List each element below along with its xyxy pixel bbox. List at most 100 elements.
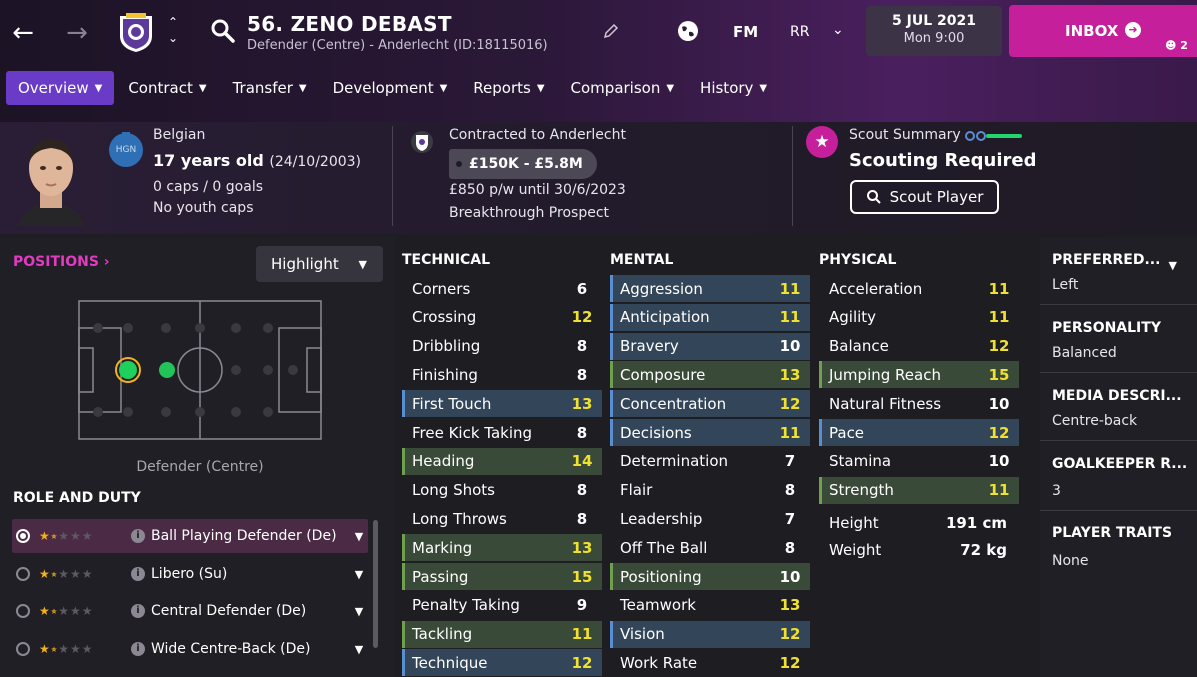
inbox-button[interactable]: INBOX ➜ ☻ 2 xyxy=(1009,5,1197,57)
role-row[interactable]: ★⭒★★★ i Wide Centre-Back (De) ▼ xyxy=(12,632,368,666)
attribute-value: 12 xyxy=(571,308,593,327)
attribute-row[interactable]: Corners 6 xyxy=(402,275,602,302)
chevron-down-icon[interactable]: ▼ xyxy=(350,605,368,618)
chevron-down-icon[interactable]: ▼ xyxy=(350,530,368,543)
highlight-label: Highlight xyxy=(271,255,339,273)
attribute-row[interactable]: Heading 14 xyxy=(402,447,602,475)
tab-overview[interactable]: Overview ▼ xyxy=(6,71,115,105)
forward-arrow-icon[interactable]: → xyxy=(60,16,94,50)
chevron-down-icon[interactable]: ▼ xyxy=(1169,259,1177,272)
role-row[interactable]: ★⭒★★★ i Libero (Su) ▼ xyxy=(12,557,368,591)
radio-button[interactable] xyxy=(16,604,30,618)
attribute-row[interactable]: Long Shots 8 xyxy=(402,477,602,504)
attribute-row[interactable]: Concentration 12 xyxy=(610,390,810,418)
highlight-dropdown[interactable]: Highlight ▼ xyxy=(256,246,383,282)
info-icon[interactable]: i xyxy=(131,604,145,618)
tab-history[interactable]: History ▼ xyxy=(688,71,779,105)
attribute-row[interactable]: Finishing 8 xyxy=(402,361,602,388)
pitch-diagram[interactable] xyxy=(78,300,322,440)
attribute-row[interactable]: Determination 7 xyxy=(610,448,810,475)
attribute-row[interactable]: Teamwork 13 xyxy=(610,592,810,619)
attribute-name: Long Throws xyxy=(412,509,507,528)
media-description-section: MEDIA DESCRI... Centre-back xyxy=(1040,373,1197,441)
attribute-row[interactable]: Long Throws 8 xyxy=(402,505,602,532)
attribute-name: Heading xyxy=(412,452,475,471)
attribute-row[interactable]: Decisions 11 xyxy=(610,419,810,446)
fm-logo[interactable]: FM xyxy=(733,23,758,41)
attribute-name: Decisions xyxy=(620,423,692,442)
date-continue-box[interactable]: 5 JUL 2021 Mon 9:00 xyxy=(866,6,1002,56)
tab-transfer[interactable]: Transfer ▼ xyxy=(221,71,319,105)
tab-reports[interactable]: Reports ▼ xyxy=(461,71,556,105)
attribute-row[interactable]: Flair 8 xyxy=(610,477,810,504)
globe-icon[interactable] xyxy=(676,19,700,43)
edit-pencil-icon[interactable] xyxy=(602,22,620,40)
attribute-row[interactable]: Anticipation 11 xyxy=(610,303,810,331)
attribute-value: 11 xyxy=(988,279,1010,298)
chevron-down-icon[interactable]: ▼ xyxy=(350,568,368,581)
attribute-row[interactable]: Composure 13 xyxy=(610,361,810,389)
attribute-row[interactable]: Pace 12 xyxy=(819,419,1019,446)
attribute-row[interactable]: Stamina 10 xyxy=(819,448,1019,475)
attribute-row[interactable]: Crossing 12 xyxy=(402,304,602,331)
attribute-row[interactable]: Leadership 7 xyxy=(610,505,810,532)
club-badge-icon[interactable] xyxy=(410,130,434,154)
attribute-row[interactable]: Technique 12 xyxy=(402,649,602,677)
chevron-down-icon[interactable]: ⌄ xyxy=(832,22,844,38)
physical-title: PHYSICAL xyxy=(819,252,897,268)
radio-button[interactable] xyxy=(16,529,30,543)
radio-button[interactable] xyxy=(16,567,30,581)
attribute-row[interactable]: Off The Ball 8 xyxy=(610,534,810,561)
positions-title: POSITIONS xyxy=(13,254,99,270)
info-icon[interactable]: i xyxy=(131,567,145,581)
attribute-name: Balance xyxy=(829,337,889,356)
search-icon[interactable] xyxy=(210,18,236,44)
attribute-name: Stamina xyxy=(829,452,892,471)
player-name: 56. ZENO DEBAST xyxy=(247,12,452,36)
info-icon[interactable]: i xyxy=(131,642,145,656)
attribute-row[interactable]: Acceleration 11 xyxy=(819,275,1019,302)
positions-link[interactable]: POSITIONS › xyxy=(13,254,110,270)
attribute-row[interactable]: Marking 13 xyxy=(402,534,602,562)
scrollbar[interactable] xyxy=(373,520,378,648)
info-icon[interactable]: i xyxy=(131,529,145,543)
radio-button[interactable] xyxy=(16,642,30,656)
rr-label[interactable]: RR xyxy=(790,24,809,40)
attribute-row[interactable]: Vision 12 xyxy=(610,620,810,648)
player-switch-chevrons-icon[interactable]: ⌃ ⌄ xyxy=(164,14,182,46)
role-row[interactable]: ★⭒★★★ i Ball Playing Defender (De) ▼ xyxy=(12,519,368,553)
attribute-row[interactable]: Positioning 10 xyxy=(610,563,810,590)
attribute-name: Passing xyxy=(412,567,469,586)
attribute-row[interactable]: Aggression 11 xyxy=(610,275,810,302)
chevron-down-icon[interactable]: ▼ xyxy=(350,643,368,656)
attribute-row[interactable]: Dribbling 8 xyxy=(402,333,602,360)
attribute-name: Free Kick Taking xyxy=(412,423,533,442)
attribute-row[interactable]: Passing 15 xyxy=(402,563,602,590)
preferred-foot-section[interactable]: PREFERRED... ▼ Left xyxy=(1040,237,1197,305)
role-row[interactable]: ★⭒★★★ i Central Defender (De) ▼ xyxy=(12,594,368,628)
transfer-value-tag[interactable]: £150K - £5.8M xyxy=(449,149,597,179)
club-crest-icon[interactable] xyxy=(114,10,158,54)
attribute-row[interactable]: First Touch 13 xyxy=(402,390,602,418)
attribute-row[interactable]: Free Kick Taking 8 xyxy=(402,419,602,446)
attribute-value: 8 xyxy=(576,481,588,500)
tab-comparison[interactable]: Comparison ▼ xyxy=(559,71,687,105)
attribute-row[interactable]: Bravery 10 xyxy=(610,332,810,360)
attribute-row[interactable]: Penalty Taking 9 xyxy=(402,592,602,619)
attribute-row[interactable]: Work Rate 12 xyxy=(610,649,810,676)
positions-panel: POSITIONS › Highlight ▼ Defender (Centre… xyxy=(0,237,395,677)
attribute-row[interactable]: Agility 11 xyxy=(819,304,1019,331)
tab-label: History xyxy=(700,79,754,97)
player-traits-section: PLAYER TRAITS None xyxy=(1040,511,1197,591)
tab-contract[interactable]: Contract ▼ xyxy=(116,71,218,105)
goalkeeper-rating-section: GOALKEEPER R... 3 xyxy=(1040,441,1197,511)
attribute-row[interactable]: Strength 11 xyxy=(819,476,1019,504)
scout-player-button[interactable]: Scout Player xyxy=(850,180,999,214)
attribute-row[interactable]: Natural Fitness 10 xyxy=(819,390,1019,417)
back-arrow-icon[interactable]: ← xyxy=(6,16,40,50)
chevron-down-icon: ▼ xyxy=(666,82,675,94)
tab-development[interactable]: Development ▼ xyxy=(321,71,460,105)
attribute-row[interactable]: Tackling 11 xyxy=(402,620,602,648)
attribute-row[interactable]: Balance 12 xyxy=(819,333,1019,360)
attribute-row[interactable]: Jumping Reach 15 xyxy=(819,361,1019,389)
